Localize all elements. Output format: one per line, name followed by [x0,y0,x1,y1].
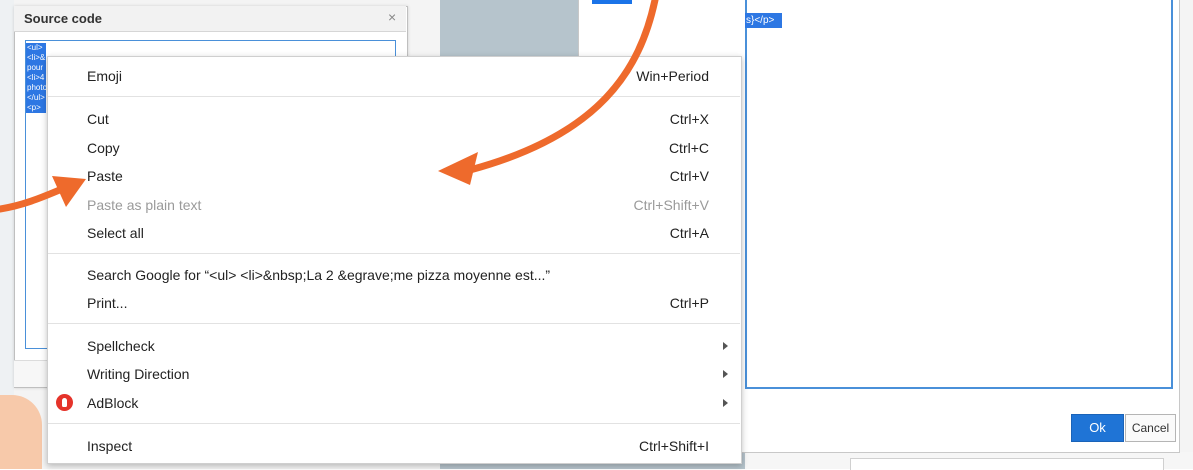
annotation-arrows [0,0,659,213]
annotation-arrow-left [0,185,66,213]
annotation-arrowhead-top [438,152,478,185]
annotation-arrow-top [466,0,659,174]
